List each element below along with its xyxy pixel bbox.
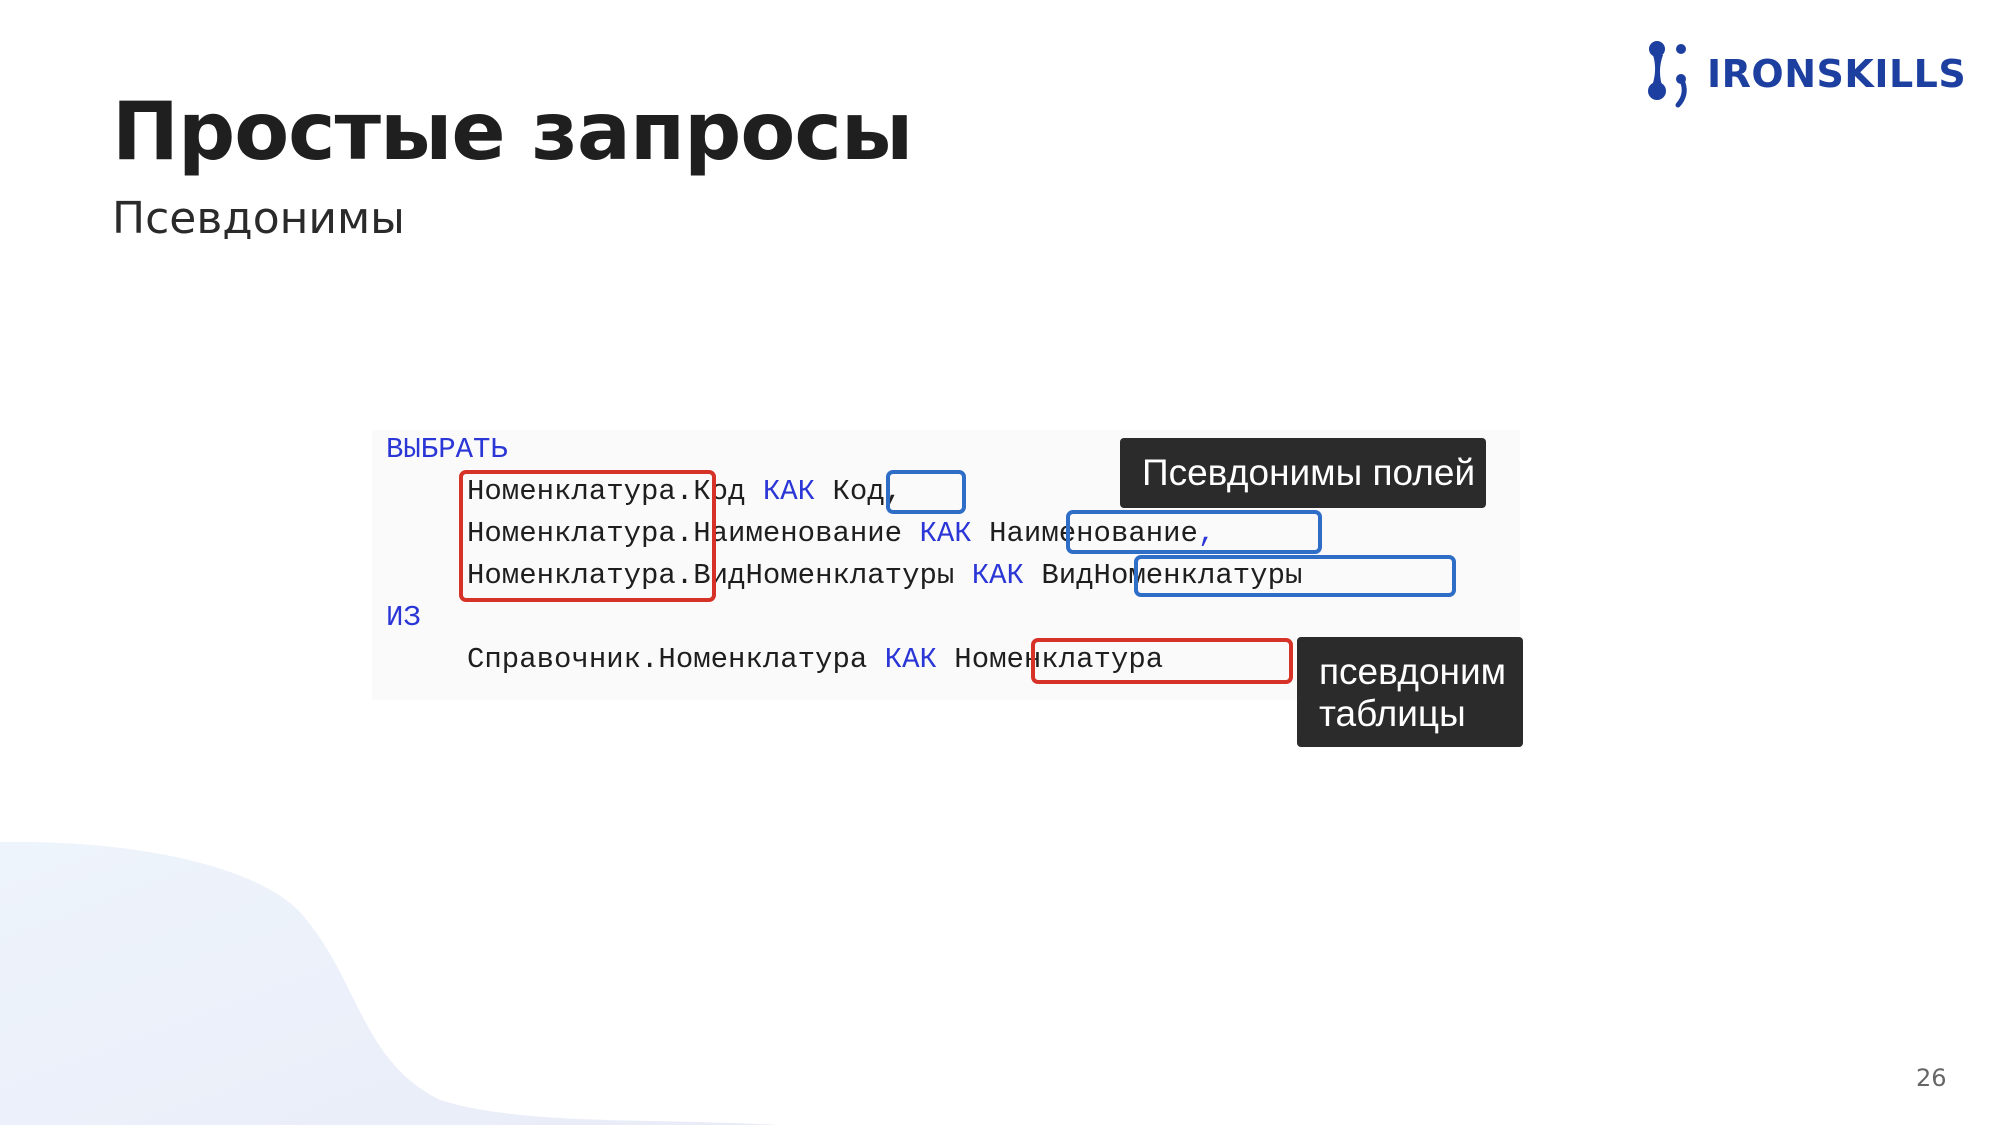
ironskills-logo-icon (1648, 41, 1687, 108)
slide-subtitle: Псевдонимы (112, 193, 405, 244)
table-alias-callout-line1: псевдоним (1319, 651, 1507, 692)
code-line-select: ВЫБРАТЬ (386, 435, 508, 464)
table-alias-callout-line2: таблицы (1319, 693, 1466, 734)
keyword-as: КАК (919, 517, 972, 550)
ironskills-logo: IRONSKILLS (1645, 38, 1966, 110)
field-aliases-callout: Псевдонимы полей (1120, 438, 1486, 508)
logo-text: IRONSKILLS (1707, 52, 1967, 96)
table-alias-usage-highlight (459, 470, 716, 602)
slide-title: Простые запросы (112, 85, 913, 178)
table-alias-highlight (1031, 638, 1293, 684)
field-alias-code-highlight (886, 470, 966, 514)
keyword-from: ИЗ (386, 601, 421, 634)
field-name: .ВидНоменклатуры (675, 559, 955, 592)
code-line-from: ИЗ (386, 603, 421, 632)
field-alias: Код (832, 475, 885, 508)
source-table: Справочник.Номенклатура (467, 643, 868, 676)
page-number: 26 (1916, 1064, 1947, 1092)
keyword-as: КАК (971, 559, 1024, 592)
field-alias-name-highlight (1066, 510, 1322, 554)
keyword-select: ВЫБРАТЬ (386, 433, 508, 466)
field-aliases-callout-text: Псевдонимы полей (1142, 452, 1476, 493)
keyword-as: КАК (884, 643, 937, 676)
field-alias-kind-highlight (1134, 555, 1456, 597)
table-alias-callout: псевдоним таблицы (1297, 637, 1523, 747)
keyword-as: КАК (762, 475, 816, 508)
